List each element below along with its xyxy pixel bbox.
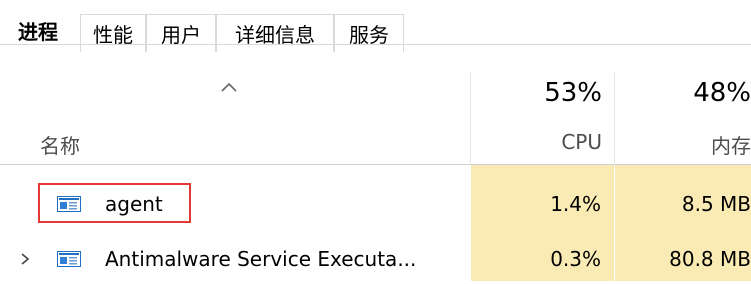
column-divider[interactable] (470, 72, 471, 164)
sort-ascending-icon (221, 82, 237, 92)
tab-processes[interactable]: 进程 (6, 8, 70, 52)
tab-divider (0, 44, 751, 45)
process-cpu: 1.4% (550, 192, 601, 216)
chevron-right-icon[interactable] (18, 252, 32, 266)
app-window-icon (57, 251, 81, 267)
annotation-highlight-box (38, 183, 191, 223)
process-name: Antimalware Service Executa... (105, 247, 417, 271)
tab-users[interactable]: 用户 (146, 14, 216, 52)
tab-performance[interactable]: 性能 (80, 14, 146, 52)
process-memory: 8.5 MB (681, 192, 751, 216)
tab-bar: 进程 性能 用户 详细信息 服务 (0, 8, 751, 52)
column-divider[interactable] (614, 72, 615, 164)
cpu-total-percent: 53% (544, 78, 602, 108)
tab-services[interactable]: 服务 (334, 14, 404, 52)
tab-details[interactable]: 详细信息 (216, 14, 334, 52)
memory-total-percent: 48% (693, 78, 751, 108)
process-memory: 80.8 MB (669, 247, 751, 271)
process-cpu: 0.3% (550, 247, 601, 271)
process-row[interactable]: Antimalware Service Executa... 0.3% 80.8… (0, 232, 751, 284)
memory-column-header[interactable]: 内存 (711, 130, 751, 159)
column-name-header[interactable]: 名称 (40, 130, 80, 159)
cpu-column-header[interactable]: CPU (561, 130, 602, 154)
